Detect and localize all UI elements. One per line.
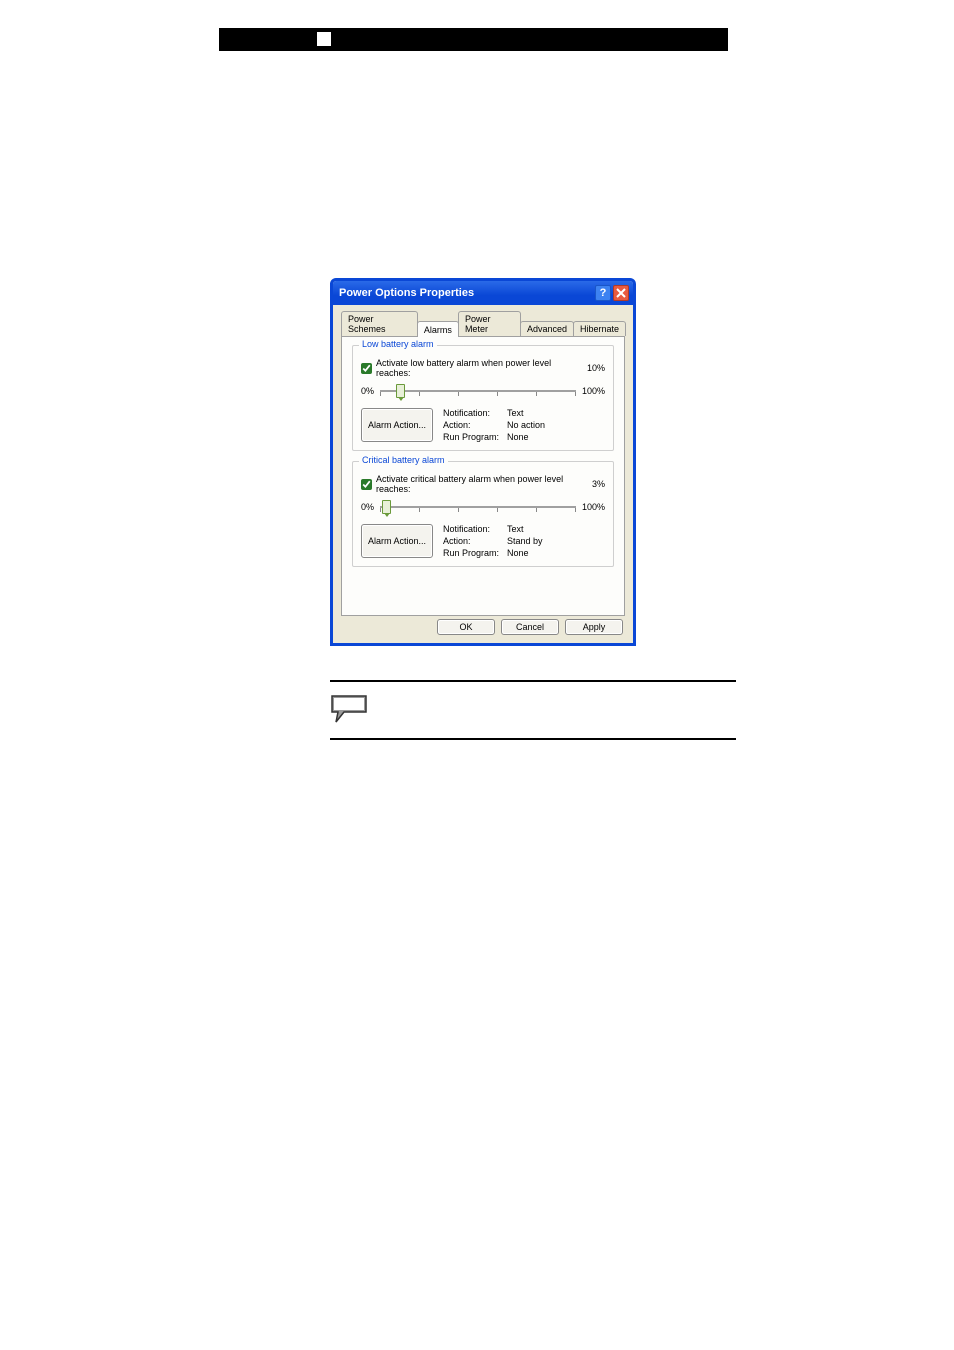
tab-power-meter[interactable]: Power Meter (458, 311, 521, 336)
speech-bubble-icon (330, 694, 370, 720)
tab-alarms[interactable]: Alarms (417, 321, 459, 337)
low-slider-thumb[interactable] (396, 384, 405, 398)
kv-label: Action: (443, 536, 507, 546)
tab-power-schemes[interactable]: Power Schemes (341, 311, 418, 336)
critical-slider-max: 100% (582, 502, 605, 512)
header-marker (317, 32, 331, 46)
critical-activate-label: Activate critical battery alarm when pow… (376, 474, 592, 494)
critical-battery-group: Critical battery alarm Activate critical… (352, 461, 614, 567)
critical-kv: Notification:Text Action:Stand by Run Pr… (443, 524, 543, 558)
critical-slider-min: 0% (361, 502, 374, 512)
page-header-bar (219, 28, 728, 51)
tab-row: Power Schemes Alarms Power Meter Advance… (333, 305, 633, 336)
critical-slider[interactable] (380, 500, 576, 514)
apply-button[interactable]: Apply (565, 619, 623, 635)
critical-slider-thumb[interactable] (382, 500, 391, 514)
dialog-title: Power Options Properties (337, 287, 474, 299)
low-notification-value: Text (507, 408, 545, 418)
critical-alarm-action-button[interactable]: Alarm Action... (361, 524, 433, 558)
low-kv: Notification:Text Action:No action Run P… (443, 408, 545, 442)
tab-advanced[interactable]: Advanced (520, 321, 574, 336)
note-rule-bottom (330, 738, 736, 740)
kv-label: Notification: (443, 524, 507, 534)
low-run-value: None (507, 432, 545, 442)
low-slider[interactable] (380, 384, 576, 398)
low-battery-group: Low battery alarm Activate low battery a… (352, 345, 614, 451)
critical-group-title: Critical battery alarm (359, 455, 448, 465)
low-activate-label: Activate low battery alarm when power le… (376, 358, 587, 378)
low-slider-min: 0% (361, 386, 374, 396)
low-activate-checkbox[interactable] (361, 363, 372, 374)
low-group-title: Low battery alarm (359, 339, 437, 349)
note-box (330, 680, 736, 740)
kv-label: Notification: (443, 408, 507, 418)
help-button[interactable]: ? (595, 285, 611, 301)
kv-label: Run Program: (443, 432, 507, 442)
ok-button[interactable]: OK (437, 619, 495, 635)
low-percent: 10% (587, 363, 605, 373)
low-slider-max: 100% (582, 386, 605, 396)
power-options-dialog: Power Options Properties ? Power Schemes… (330, 278, 636, 646)
tab-hibernate[interactable]: Hibernate (573, 321, 626, 336)
critical-run-value: None (507, 548, 543, 558)
critical-activate-checkbox[interactable] (361, 479, 372, 490)
critical-percent: 3% (592, 479, 605, 489)
dialog-footer: OK Cancel Apply (437, 619, 623, 635)
cancel-button[interactable]: Cancel (501, 619, 559, 635)
kv-label: Action: (443, 420, 507, 430)
critical-notification-value: Text (507, 524, 543, 534)
low-alarm-action-button[interactable]: Alarm Action... (361, 408, 433, 442)
tab-panel-alarms: Low battery alarm Activate low battery a… (341, 336, 625, 616)
low-action-value: No action (507, 420, 545, 430)
critical-action-value: Stand by (507, 536, 543, 546)
titlebar[interactable]: Power Options Properties ? (333, 281, 633, 305)
close-button[interactable] (613, 285, 629, 301)
kv-label: Run Program: (443, 548, 507, 558)
